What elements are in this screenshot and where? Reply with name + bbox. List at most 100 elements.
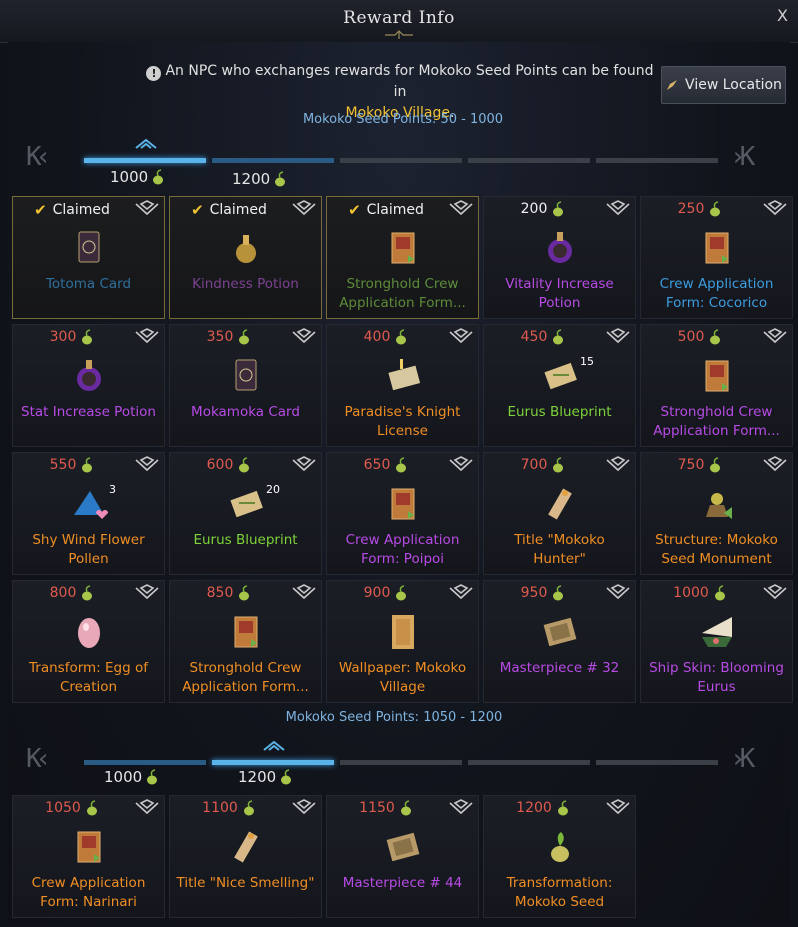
reward-card[interactable]: 650 Crew Application Form: Poipoi <box>326 452 479 575</box>
reward-card[interactable]: 1100 Title "Nice Smelling" <box>169 795 322 918</box>
preview-badge-icon[interactable] <box>448 799 474 819</box>
cost-value: 550 <box>49 457 77 473</box>
card-header: 250 <box>641 197 792 221</box>
cost-value: 950 <box>520 585 548 601</box>
last-page-arrow-2[interactable]: ›K <box>730 744 755 774</box>
preview-badge-icon[interactable] <box>291 328 317 348</box>
tick-1000: 1000 <box>110 168 165 186</box>
reward-cost: 1150 <box>327 800 445 816</box>
egg-icon <box>78 618 100 648</box>
seed-icon <box>396 457 407 473</box>
preview-badge-icon[interactable] <box>605 200 631 220</box>
preview-badge-icon[interactable] <box>448 456 474 476</box>
reward-card[interactable]: 500 Stronghold Crew Application Form... <box>640 324 793 447</box>
seed-icon <box>82 585 93 601</box>
progress-segment-3b <box>340 760 462 765</box>
reward-card[interactable]: ✔ Claimed Stronghold Crew Application Form… <box>326 196 479 319</box>
reward-card[interactable]: 450 15 Eurus Blueprint <box>483 324 636 447</box>
cost-value: 1050 <box>45 800 81 816</box>
progress-segment-4b <box>468 760 590 765</box>
tick-1200: 1200 <box>232 170 287 188</box>
cost-value: 250 <box>677 201 705 217</box>
close-button[interactable]: X <box>777 6 788 25</box>
preview-badge-icon[interactable] <box>134 328 160 348</box>
item-quantity: 3 <box>109 483 116 496</box>
preview-badge-icon[interactable] <box>448 328 474 348</box>
reward-card[interactable]: 900 Wallpaper: Mokoko Village <box>326 580 479 703</box>
preview-badge-icon[interactable] <box>134 200 160 220</box>
reward-card[interactable]: 250 Crew Application Form: Cocorico <box>640 196 793 319</box>
preview-badge-icon[interactable] <box>134 799 160 819</box>
preview-badge-icon[interactable] <box>134 584 160 604</box>
reward-name: Eurus Blueprint <box>193 532 298 548</box>
pollen-icon <box>74 491 108 519</box>
reward-card[interactable]: 1050 Crew Application Form: Narinari <box>12 795 165 918</box>
reward-card[interactable]: 1000 Ship Skin: Blooming Eurus <box>640 580 793 703</box>
reward-name: Eurus Blueprint <box>507 404 612 420</box>
item-quantity: 15 <box>580 355 594 368</box>
cost-value: 650 <box>363 457 391 473</box>
preview-badge-icon[interactable] <box>448 584 474 604</box>
seed-icon <box>396 585 407 601</box>
preview-badge-icon[interactable] <box>291 200 317 220</box>
preview-badge-icon[interactable] <box>762 456 788 476</box>
preview-badge-icon[interactable] <box>291 584 317 604</box>
card-header: 300 <box>13 325 164 349</box>
scroll-icon <box>77 831 101 863</box>
first-page-arrow[interactable]: K‹ <box>26 142 51 172</box>
reward-card[interactable]: ✔ Claimed Totoma Card <box>12 196 165 319</box>
preview-badge-icon[interactable] <box>605 456 631 476</box>
preview-badge-icon[interactable] <box>762 584 788 604</box>
preview-badge-icon[interactable] <box>605 328 631 348</box>
reward-card[interactable]: 300 Stat Increase Potion <box>12 324 165 447</box>
reward-cost: 750 <box>641 457 759 473</box>
scroll-icon <box>234 616 258 648</box>
last-page-arrow[interactable]: ›K <box>730 142 755 172</box>
seed-icon <box>710 457 721 473</box>
reward-card[interactable]: 200 Vitality Increase Potion <box>483 196 636 319</box>
card-header: 850 <box>170 581 321 605</box>
preview-badge-icon[interactable] <box>448 200 474 220</box>
reward-card[interactable]: 1200 Transformation: Mokoko Seed <box>483 795 636 918</box>
cost-value: 900 <box>363 585 391 601</box>
reward-card[interactable]: 400 Paradise's Knight License <box>326 324 479 447</box>
card-header: 950 <box>484 581 635 605</box>
painting-icon <box>543 617 577 647</box>
preview-badge-icon[interactable] <box>291 799 317 819</box>
preview-badge-icon[interactable] <box>605 799 631 819</box>
cost-value: 1100 <box>202 800 238 816</box>
preview-badge-icon[interactable] <box>291 456 317 476</box>
tick-value: 1000 <box>104 768 143 786</box>
reward-card[interactable]: 350 Mokamoka Card <box>169 324 322 447</box>
reward-card[interactable]: 750 Structure: Mokoko Seed Monument <box>640 452 793 575</box>
tick-value: 1200 <box>238 768 277 786</box>
progress-segment-2b <box>212 760 334 765</box>
painting-icon <box>386 832 420 862</box>
reward-card[interactable]: 700 Title "Mokoko Hunter" <box>483 452 636 575</box>
reward-card[interactable]: 600 20 Eurus Blueprint <box>169 452 322 575</box>
title-scroll-icon <box>234 831 258 863</box>
reward-cost: 650 <box>327 457 445 473</box>
reward-cost: 500 <box>641 329 759 345</box>
tick-value: 1000 <box>110 168 149 186</box>
reward-cost: 1200 <box>484 800 602 816</box>
progress-segment-2 <box>212 158 334 163</box>
reward-card[interactable]: 800 Transform: Egg of Creation <box>12 580 165 703</box>
reward-card[interactable]: 850 Stronghold Crew Application Form... <box>169 580 322 703</box>
preview-badge-icon[interactable] <box>605 584 631 604</box>
seed-icon <box>553 457 564 473</box>
reward-cost: 1100 <box>170 800 288 816</box>
cost-value: 450 <box>520 329 548 345</box>
reward-card[interactable]: ✔ Claimed Kindness Potion <box>169 196 322 319</box>
view-location-button[interactable]: View Location <box>661 66 786 104</box>
claimed-status: ✔ Claimed <box>327 201 445 219</box>
preview-badge-icon[interactable] <box>134 456 160 476</box>
reward-card[interactable]: 550 3 Shy Wind Flower Pollen <box>12 452 165 575</box>
wallpaper-icon <box>392 615 414 649</box>
reward-card[interactable]: 1150 Masterpiece # 44 <box>326 795 479 918</box>
cost-value: 500 <box>677 329 705 345</box>
reward-card[interactable]: 950 Masterpiece # 32 <box>483 580 636 703</box>
first-page-arrow-2[interactable]: K‹ <box>26 744 51 774</box>
preview-badge-icon[interactable] <box>762 200 788 220</box>
preview-badge-icon[interactable] <box>762 328 788 348</box>
